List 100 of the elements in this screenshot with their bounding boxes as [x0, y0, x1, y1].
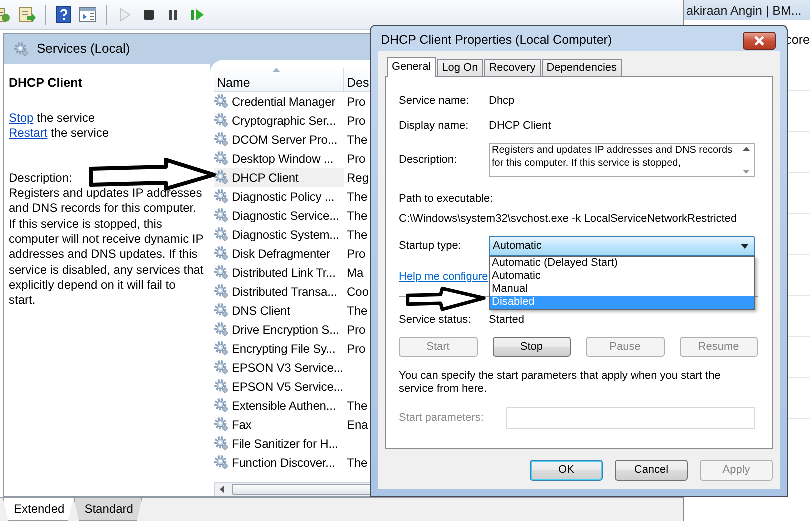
gear-icon [214, 94, 229, 109]
service-description: Pro [346, 94, 366, 110]
view-tab[interactable]: Standard [74, 498, 142, 521]
dialog-button[interactable]: OK [530, 460, 603, 481]
path-value: C:\Windows\system32\svchost.exe -k LocalServiceNetworkRestricted [399, 212, 738, 224]
gear-icon [214, 341, 229, 356]
service-name[interactable]: File Sanitizer for H... [214, 434, 344, 453]
browser-tab[interactable]: akiraan Angin | BM... [684, 0, 810, 20]
gear-icon [214, 436, 229, 451]
gear-icon [214, 379, 229, 394]
service-description: The [346, 398, 368, 414]
field-label: Service name: [399, 94, 470, 110]
help-icon[interactable] [55, 6, 73, 24]
action-text: the service [51, 126, 110, 140]
field-label: Service status: [399, 312, 472, 328]
action-text: the service [37, 110, 96, 125]
service-name[interactable]: Diagnostic System... [214, 225, 344, 244]
gear-icon [214, 132, 229, 147]
service-title: DHCP Client [9, 75, 84, 92]
service-name[interactable]: Drive Encryption S... [214, 320, 344, 339]
gear-icon [214, 170, 229, 185]
service-name[interactable]: Desktop Window ... [214, 149, 344, 168]
description-text: Registers and updates IP addresses and DNS records for this computer. If this service is stopped, this computer will not receive dynamic IP addresses and DNS updates. If this service is disabled, any services that explicitly depend on it will fail to start. [9, 186, 205, 308]
panel-title: Services (Local) [37, 40, 130, 58]
dialog-title: DHCP Client Properties (Local Computer) [381, 32, 612, 50]
gear-icon [214, 227, 229, 242]
service-name[interactable]: Diagnostic Policy ... [214, 187, 344, 206]
service-name[interactable]: Fax [214, 415, 344, 434]
gear-icon [214, 113, 229, 128]
dialog-button[interactable]: Cancel [615, 460, 688, 481]
close-button[interactable] [743, 32, 776, 50]
service-name[interactable]: EPSON V3 Service... [214, 358, 344, 377]
console-icon[interactable] [79, 6, 97, 24]
service-name[interactable]: DCOM Server Pro... [214, 130, 344, 149]
service-name[interactable]: Credential Manager [214, 92, 344, 111]
service-name[interactable]: Encrypting File Sy... [214, 339, 344, 358]
description-box[interactable]: Registers and updates IP addresses and DNS records for this computer. If this service is stopped, [489, 143, 755, 177]
service-name[interactable]: Diagnostic Service... [214, 206, 344, 225]
dropdown-option[interactable]: Automatic [490, 270, 754, 283]
service-name[interactable]: Distributed Link Tr... [214, 263, 344, 282]
close-icon [754, 36, 765, 46]
export-icon[interactable] [18, 6, 36, 24]
status-value: Started [489, 312, 524, 328]
service-description: Ena [346, 416, 368, 434]
service-name[interactable]: Distributed Transa... [214, 282, 344, 301]
service-description: The [346, 208, 368, 224]
gear-icon [214, 398, 229, 413]
gear-icon [214, 322, 229, 337]
gear-icon [214, 246, 229, 261]
scroll-up-icon[interactable] [743, 147, 750, 151]
service-name[interactable]: Disk Defragmenter [214, 244, 344, 263]
dialog-tab[interactable]: Recovery [484, 59, 541, 76]
service-description: Pro [346, 322, 366, 338]
field-value: DHCP Client [489, 119, 552, 134]
action-link[interactable]: Stop [9, 110, 34, 125]
service-description: Pro [346, 150, 366, 168]
help-link[interactable]: Help me configure [399, 269, 488, 286]
dialog-tab[interactable]: Dependencies [542, 59, 622, 76]
gear-icon [214, 265, 229, 280]
scroll-down-icon[interactable] [743, 170, 750, 174]
service-description: The [346, 188, 368, 206]
hint-text: You can specify the start parameters that apply when you start the service from here. [399, 370, 722, 396]
field-label: Start parameters: [399, 410, 485, 426]
service-description: Ma [346, 264, 364, 282]
field-label: Path to executable: [399, 193, 494, 205]
startup-type-dropdown[interactable]: Automatic [489, 236, 755, 256]
service-description: The [346, 132, 368, 148]
gear-icon [214, 189, 229, 204]
services-icon [14, 42, 29, 56]
service-description: Coo [346, 284, 370, 300]
service-description: The [346, 226, 368, 244]
service-description: Pro [346, 112, 366, 130]
gear-icon [214, 417, 229, 432]
service-description: Pro [346, 340, 366, 358]
gear-icon [214, 303, 229, 318]
action-link[interactable]: Restart [9, 126, 48, 140]
service-description: Reg [346, 170, 370, 186]
dialog-tab[interactable]: Log On [437, 59, 484, 76]
service-name[interactable]: Cryptographic Ser... [214, 111, 344, 130]
service-name[interactable]: EPSON V5 Service... [214, 377, 344, 396]
service-description: Pro [346, 246, 366, 262]
service-description: The [346, 302, 368, 320]
field-label: Display name: [399, 119, 470, 134]
field-label: Description: [399, 152, 458, 168]
service-control-button[interactable]: Stop [492, 337, 571, 357]
view-tab[interactable]: Extended [3, 498, 74, 521]
dropdown-option[interactable]: Automatic (Delayed Start) [490, 257, 754, 270]
service-name[interactable]: DNS Client [214, 301, 344, 320]
service-name[interactable]: Function Discover... [214, 453, 344, 472]
dropdown-option[interactable]: Manual [490, 283, 754, 296]
service-name[interactable]: DHCP Client [214, 168, 344, 187]
field-label: Startup type: [399, 238, 462, 254]
service-name[interactable]: Extensible Authen... [214, 396, 344, 415]
description-label: Description: [9, 170, 74, 186]
dialog-tab[interactable]: General [387, 57, 436, 77]
gear-icon [214, 455, 229, 470]
caret-icon [741, 244, 749, 248]
field-value: Dhcp [489, 94, 515, 110]
gear-icon [214, 284, 229, 299]
column-header[interactable]: Name [214, 68, 344, 91]
